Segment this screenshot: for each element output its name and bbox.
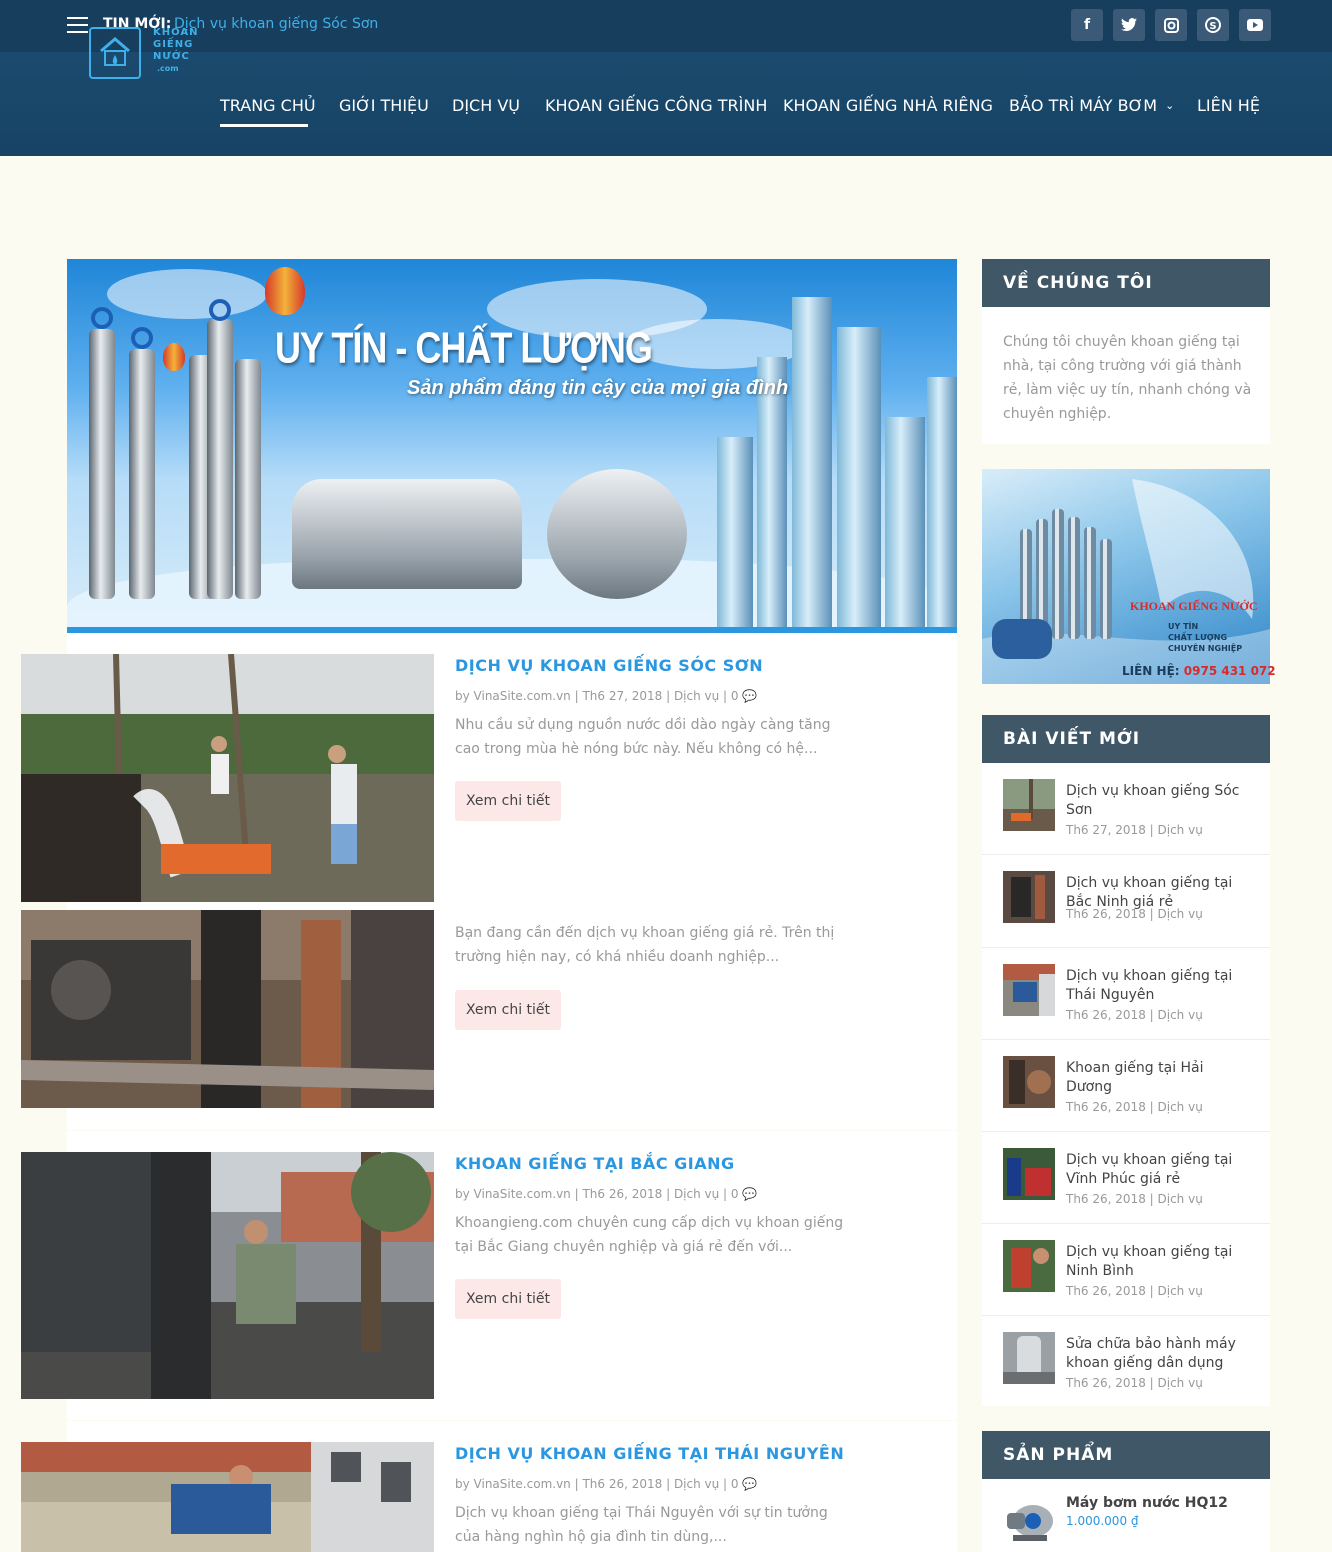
- recent-post-title[interactable]: Sửa chữa bảo hành máy khoan giếng dân dụ…: [1066, 1335, 1252, 1373]
- recent-post-item[interactable]: Dịch vụ khoan giếng tại Bắc Ninh giá rẻ …: [982, 855, 1270, 948]
- post-meta: by VinaSite.com.vn | Th6 27, 2018 | Dịch…: [455, 689, 758, 703]
- post-meta: by VinaSite.com.vn | Th6 26, 2018 | Dịch…: [455, 1187, 758, 1201]
- post-thumbnail[interactable]: [21, 910, 434, 1108]
- promo-line: CHẤT LƯỢNG: [1168, 633, 1228, 642]
- logo-wordmark: KHOAN GIẾNG NƯỚC .com: [153, 27, 199, 73]
- read-more-button[interactable]: Xem chi tiết: [455, 1279, 561, 1319]
- promo-phone[interactable]: 0975 431 072: [1184, 664, 1276, 678]
- post-title[interactable]: DỊCH VỤ KHOAN GIẾNG SÓC SƠN: [455, 656, 763, 675]
- twitter-icon[interactable]: [1113, 9, 1145, 41]
- recent-post-title[interactable]: Khoan giếng tại Hải Dương: [1066, 1059, 1252, 1097]
- recent-post-item[interactable]: Dịch vụ khoan giếng tại Ninh Bình Th6 26…: [982, 1224, 1270, 1316]
- recent-post-item[interactable]: Sửa chữa bảo hành máy khoan giếng dân dụ…: [982, 1316, 1270, 1406]
- promo-brand: KHOAN GIẾNG NƯỚC: [1130, 599, 1258, 613]
- recent-post-meta: Th6 26, 2018 | Dịch vụ: [1066, 1376, 1203, 1390]
- social-links: f S: [1071, 9, 1271, 41]
- recent-post-thumbnail: [1003, 1332, 1055, 1384]
- site-logo[interactable]: KHOAN GIẾNG NƯỚC .com: [89, 27, 199, 79]
- top-bar: TIN MỚI: Dịch vụ khoan giếng Sóc Sơn f S: [0, 0, 1332, 52]
- recent-post-thumbnail: [1003, 779, 1055, 831]
- read-more-button[interactable]: Xem chi tiết: [455, 781, 561, 821]
- nav-item-pump-maintenance[interactable]: BẢO TRÌ MÁY BƠM ⌄: [1009, 96, 1174, 115]
- nav-item-about[interactable]: GIỚI THIỆU: [339, 96, 429, 115]
- post-excerpt: Dịch vụ khoan giếng tại Thái Nguyên với …: [455, 1505, 828, 1545]
- hero-banner: UY TÍN - CHẤT LƯỢNG Sản phẩm đáng tin cậ…: [67, 259, 957, 627]
- post-excerpt: Khoangieng.com chuyên cung cấp dịch vụ k…: [455, 1215, 844, 1255]
- recent-post-meta: Th6 26, 2018 | Dịch vụ: [1066, 1100, 1203, 1114]
- post-title[interactable]: DỊCH VỤ KHOAN GIẾNG TẠI THÁI NGUYÊN: [455, 1444, 844, 1463]
- nav-item-contact[interactable]: LIÊN HỆ: [1197, 96, 1260, 115]
- recent-post-title[interactable]: Dịch vụ khoan giếng tại Vĩnh Phúc giá rẻ: [1066, 1151, 1252, 1189]
- promo-line: UY TÍN: [1168, 622, 1199, 631]
- widget-title-about: VỀ CHÚNG TÔI: [982, 259, 1270, 307]
- recent-post-thumbnail: [1003, 1148, 1055, 1200]
- recent-post-item[interactable]: Dịch vụ khoan giếng tại Vĩnh Phúc giá rẻ…: [982, 1132, 1270, 1224]
- menu-icon[interactable]: [67, 17, 88, 33]
- svg-text:S: S: [1209, 21, 1216, 32]
- nav-active-indicator: [220, 124, 308, 127]
- post-excerpt: Nhu cầu sử dụng nguồn nước dồi dào ngày …: [455, 717, 831, 757]
- nav-item-commercial-drilling[interactable]: KHOAN GIẾNG CÔNG TRÌNH: [545, 96, 767, 115]
- widget-title-products: SẢN PHẨM: [982, 1431, 1270, 1479]
- widget-title-recent-posts: BÀI VIẾT MỚI: [982, 715, 1270, 763]
- recent-post-thumbnail: [1003, 871, 1055, 923]
- post-thumbnail[interactable]: [21, 1442, 434, 1552]
- recent-post-item[interactable]: Dịch vụ khoan giếng Sóc Sơn Th6 27, 2018…: [982, 763, 1270, 855]
- recent-post-item[interactable]: Dịch vụ khoan giếng tại Thái Nguyên Th6 …: [982, 948, 1270, 1040]
- youtube-icon[interactable]: [1239, 9, 1271, 41]
- nav-item-home[interactable]: TRANG CHỦ: [220, 96, 316, 115]
- recent-post-meta: Th6 26, 2018 | Dịch vụ: [1066, 1008, 1203, 1022]
- promo-contact[interactable]: LIÊN HỆ: 0975 431 072: [1122, 664, 1276, 678]
- recent-post-thumbnail: [1003, 1240, 1055, 1292]
- recent-post-thumbnail: [1003, 1056, 1055, 1108]
- recent-post-thumbnail: [1003, 964, 1055, 1016]
- chevron-down-icon: ⌄: [1165, 99, 1175, 112]
- post-excerpt: Bạn đang cần đến dịch vụ khoan giếng giá…: [455, 925, 835, 965]
- nav-item-home-drilling[interactable]: KHOAN GIẾNG NHÀ RIÊNG: [783, 96, 993, 115]
- read-more-button[interactable]: Xem chi tiết: [455, 990, 561, 1030]
- post-thumbnail[interactable]: [21, 1152, 434, 1399]
- post-thumbnail[interactable]: [21, 654, 434, 902]
- recent-post-item[interactable]: Khoan giếng tại Hải Dương Th6 26, 2018 |…: [982, 1040, 1270, 1132]
- hero-title: UY TÍN - CHẤT LƯỢNG: [275, 322, 653, 372]
- recent-post-meta: Th6 26, 2018 | Dịch vụ: [1066, 1284, 1203, 1298]
- post-meta: by VinaSite.com.vn | Th6 26, 2018 | Dịch…: [455, 1477, 758, 1491]
- pump-illustration: [292, 479, 522, 589]
- hot-air-balloon-icon: [265, 267, 305, 315]
- facebook-icon[interactable]: f: [1071, 9, 1103, 41]
- recent-post-meta: Th6 26, 2018 | Dịch vụ: [1066, 1192, 1203, 1206]
- instagram-icon[interactable]: [1155, 9, 1187, 41]
- nav-item-services[interactable]: DỊCH VỤ: [452, 96, 520, 115]
- product-name[interactable]: Máy bơm nước HQ12: [1066, 1495, 1228, 1511]
- recent-post-title[interactable]: Dịch vụ khoan giếng tại Ninh Bình: [1066, 1243, 1252, 1281]
- product-thumbnail[interactable]: [1003, 1495, 1055, 1547]
- about-text: Chúng tôi chuyên khoan giếng tại nhà, tạ…: [1003, 334, 1252, 422]
- recent-post-title[interactable]: Dịch vụ khoan giếng Sóc Sơn: [1066, 782, 1252, 820]
- recent-post-meta: Th6 27, 2018 | Dịch vụ: [1066, 823, 1203, 837]
- recent-post-meta: Th6 26, 2018 | Dịch vụ: [1066, 907, 1203, 921]
- promo-banner[interactable]: KHOAN GIẾNG NƯỚC UY TÍN CHẤT LƯỢNG CHUYÊ…: [982, 469, 1270, 684]
- post-title[interactable]: KHOAN GIẾNG TẠI BẮC GIANG: [455, 1154, 735, 1173]
- skype-icon[interactable]: S: [1197, 9, 1229, 41]
- recent-post-title[interactable]: Dịch vụ khoan giếng tại Thái Nguyên: [1066, 967, 1252, 1005]
- product-price: 1.000.000 ₫: [1066, 1514, 1139, 1528]
- news-ticker-link[interactable]: Dịch vụ khoan giếng Sóc Sơn: [174, 16, 378, 32]
- hero-subtitle: Sản phẩm đáng tin cậy của mọi gia đình: [407, 377, 789, 399]
- logo-house-icon: [89, 27, 141, 79]
- promo-line: CHUYÊN NGHIỆP: [1168, 644, 1243, 653]
